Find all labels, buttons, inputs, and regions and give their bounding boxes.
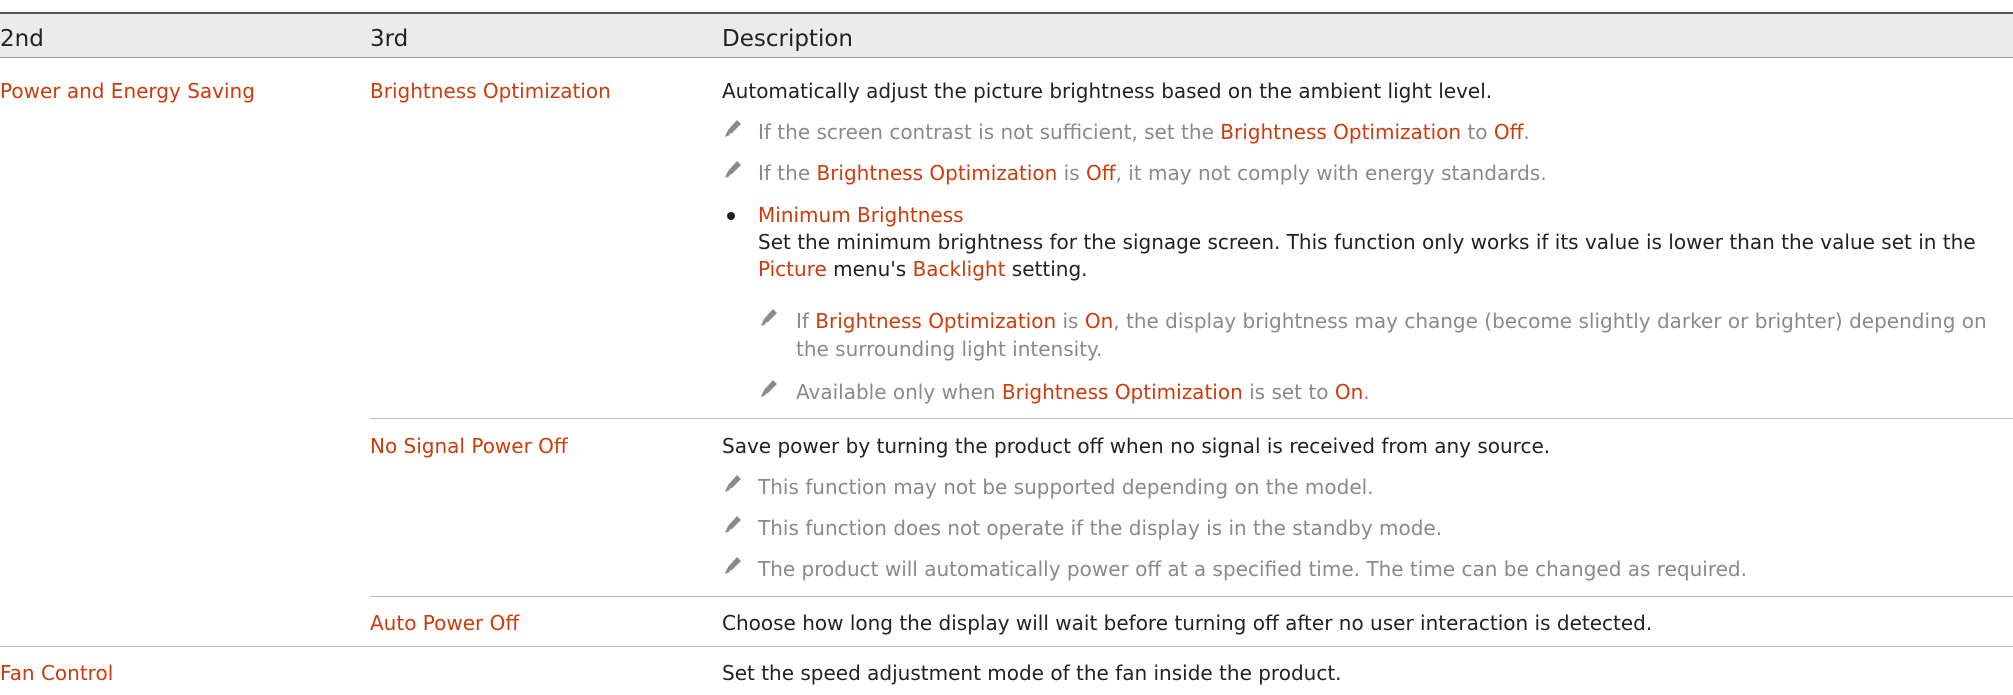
pencil-note-icon — [722, 513, 744, 535]
row-divider — [370, 596, 2013, 597]
header-description: Description — [722, 26, 853, 52]
minimum-brightness-note-2: Available only when Brightness Optimizat… — [796, 380, 1370, 404]
brightness-description: Automatically adjust the picture brightn… — [722, 79, 1493, 103]
minimum-brightness-note-1: If Brightness Optimization is On, the di… — [796, 309, 1987, 333]
menu-fan-control[interactable]: Fan Control — [0, 660, 113, 686]
pencil-note-icon — [722, 554, 744, 576]
pencil-note-icon — [758, 377, 780, 399]
no-signal-note-2: This function does not operate if the di… — [758, 516, 1443, 540]
pencil-note-icon — [758, 306, 780, 328]
minimum-brightness-desc-line1: Set the minimum brightness for the signa… — [758, 230, 1976, 254]
fan-control-description: Set the speed adjustment mode of the fan… — [722, 661, 1342, 685]
submenu-no-signal-power-off[interactable]: No Signal Power Off — [370, 433, 568, 459]
auto-power-off-description: Choose how long the display will wait be… — [722, 611, 1653, 635]
header-3rd: 3rd — [370, 26, 409, 52]
row-divider — [370, 418, 2013, 419]
menu-power-and-energy-saving[interactable]: Power and Energy Saving — [0, 78, 255, 104]
minimum-brightness-desc-line2: Picture menu's Backlight setting. — [758, 257, 1088, 281]
bullet-dot — [727, 212, 735, 220]
submenu-brightness-optimization[interactable]: Brightness Optimization — [370, 78, 611, 104]
row-divider — [0, 646, 2013, 647]
no-signal-description: Save power by turning the product off wh… — [722, 434, 1551, 458]
no-signal-note-1: This function may not be supported depen… — [758, 475, 1374, 499]
minimum-brightness-note-1-cont: the surrounding light intensity. — [796, 337, 1103, 361]
pencil-note-icon — [722, 158, 744, 180]
no-signal-note-3: The product will automatically power off… — [758, 557, 1747, 581]
pencil-note-icon — [722, 472, 744, 494]
minimum-brightness-title[interactable]: Minimum Brightness — [758, 202, 964, 228]
brightness-note-2: If the Brightness Optimization is Off, i… — [758, 161, 1547, 185]
pencil-note-icon — [722, 117, 744, 139]
brightness-note-1: If the screen contrast is not sufficient… — [758, 120, 1530, 144]
header-2nd: 2nd — [0, 26, 44, 52]
submenu-auto-power-off[interactable]: Auto Power Off — [370, 610, 519, 636]
table-header: 2nd 3rd Description — [0, 12, 2013, 58]
